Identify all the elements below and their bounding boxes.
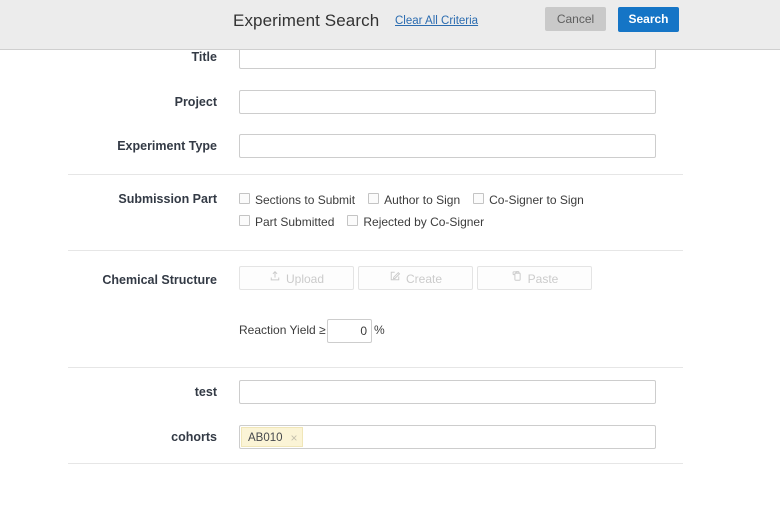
project-input[interactable] xyxy=(239,90,656,114)
search-form: Title Project Experiment Type Submission… xyxy=(0,0,780,505)
submission-part-checkbox-row-1: Sections to Submit Author to Sign Co-Signe… xyxy=(239,191,597,209)
form-row-test: test xyxy=(0,378,780,406)
reaction-yield-unit: % xyxy=(374,323,385,337)
form-row-experiment-type: Experiment Type xyxy=(0,132,780,160)
create-button-label: Create xyxy=(405,271,443,286)
paste-button-label: Paste xyxy=(527,271,559,286)
clipboard-icon xyxy=(511,267,523,289)
create-button[interactable]: Create xyxy=(358,266,473,290)
submission-part-checkbox-row-2: Part Submitted Rejected by Co-Signer xyxy=(239,213,497,231)
reaction-yield-input[interactable]: 0 xyxy=(327,319,372,343)
test-input[interactable] xyxy=(239,380,656,404)
label-cohorts: cohorts xyxy=(171,430,217,444)
checkbox-label-rejected-by-co-signer[interactable]: Rejected by Co-Signer xyxy=(363,215,484,229)
page-title: Experiment Search xyxy=(233,11,380,30)
form-row-project: Project xyxy=(0,88,780,116)
page-header: Experiment Search Clear All Criteria Can… xyxy=(0,0,780,50)
checkbox-label-author-to-sign[interactable]: Author to Sign xyxy=(384,193,460,207)
experiment-search-page: Title Project Experiment Type Submission… xyxy=(0,0,780,505)
checkbox-co-signer-to-sign[interactable] xyxy=(473,193,485,205)
upload-button-label: Upload xyxy=(285,271,325,286)
cancel-button[interactable]: Cancel xyxy=(545,7,606,31)
section-divider-4 xyxy=(68,463,683,464)
checkbox-label-part-submitted[interactable]: Part Submitted xyxy=(255,215,334,229)
search-button[interactable]: Search xyxy=(618,7,679,32)
label-project: Project xyxy=(174,95,217,109)
section-divider-1 xyxy=(68,174,683,175)
form-row-submission-part: Submission Part Sections to Submit Author… xyxy=(0,185,780,229)
experiment-type-input[interactable] xyxy=(239,134,656,158)
label-submission-part: Submission Part xyxy=(118,192,217,206)
checkbox-author-to-sign[interactable] xyxy=(368,193,380,205)
cohort-tag-remove-icon[interactable]: × xyxy=(291,428,298,448)
cohorts-input[interactable]: AB010 × xyxy=(239,425,656,449)
label-test: test xyxy=(194,385,217,399)
paste-button[interactable]: Paste xyxy=(477,266,592,290)
cohort-tag-label: AB010 xyxy=(248,432,283,444)
section-divider-3 xyxy=(68,367,683,368)
pencil-square-icon xyxy=(389,267,401,289)
label-experiment-type: Experiment Type xyxy=(117,139,217,153)
upload-icon xyxy=(269,267,281,289)
upload-button[interactable]: Upload xyxy=(239,266,354,290)
checkbox-rejected-by-co-signer[interactable] xyxy=(347,215,359,227)
form-row-cohorts: cohorts AB010 × xyxy=(0,423,780,451)
label-chemical-structure: Chemical Structure xyxy=(102,273,217,287)
checkbox-label-sections-to-submit[interactable]: Sections to Submit xyxy=(255,193,355,207)
checkbox-sections-to-submit[interactable] xyxy=(239,193,250,205)
reaction-yield-label: Reaction Yield ≥ xyxy=(239,323,326,337)
cohort-tag: AB010 × xyxy=(241,427,303,447)
checkbox-label-co-signer-to-sign[interactable]: Co-Signer to Sign xyxy=(489,193,584,207)
clear-all-criteria-link[interactable]: Clear All Criteria xyxy=(395,15,478,27)
section-divider-2 xyxy=(68,250,683,251)
form-row-chemical-structure: Chemical Structure Upload Create Paste xyxy=(0,266,780,294)
form-row-reaction-yield: Reaction Yield ≥ 0 % xyxy=(0,319,780,347)
checkbox-part-submitted[interactable] xyxy=(239,215,250,227)
